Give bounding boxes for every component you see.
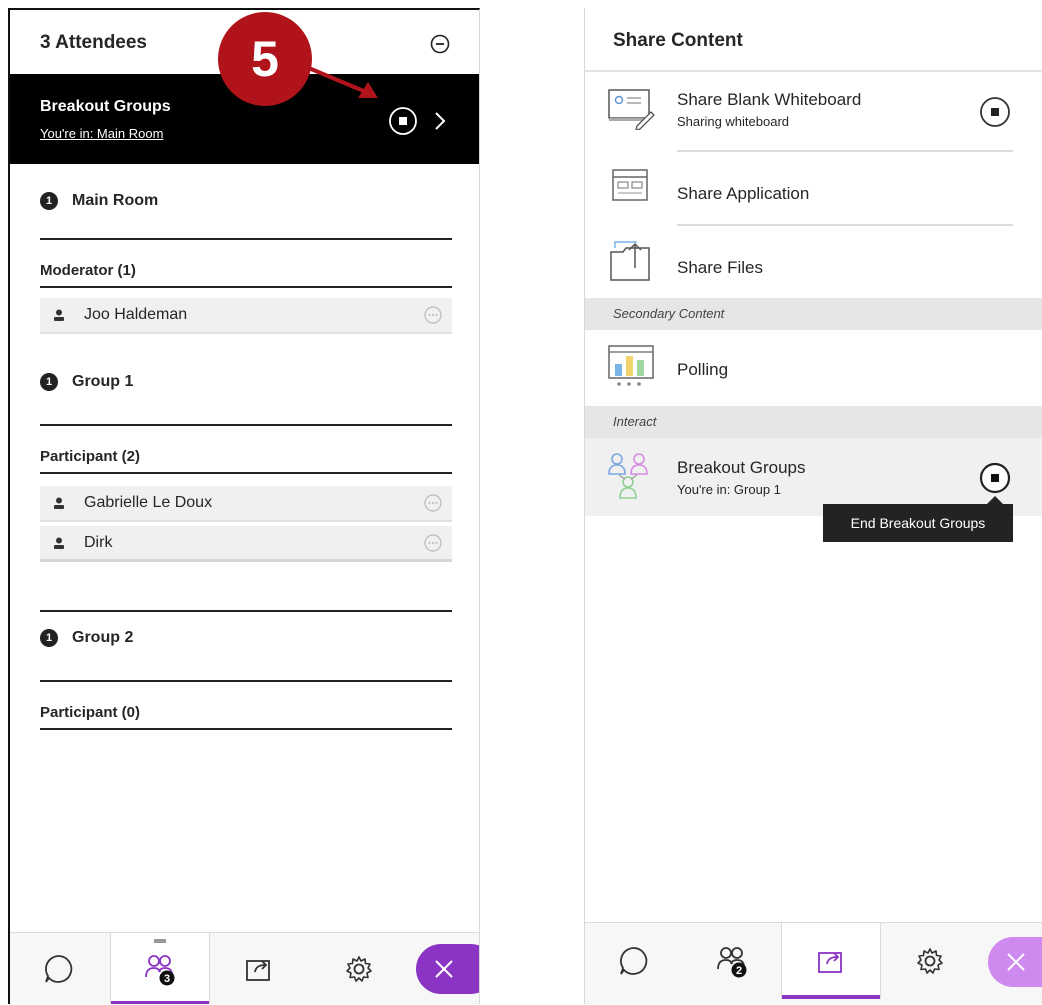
tab-chat[interactable] [10,933,108,1004]
step-callout: 5 [218,12,312,106]
close-icon [435,960,453,978]
group-1[interactable]: 1 Group 1 [40,373,133,391]
person-icon [54,537,64,549]
tab-attendees[interactable]: 2 [683,923,781,999]
section-header-secondary: Secondary Content [585,298,1042,330]
attendee-row-moderator[interactable]: Joo Haldeman [40,298,452,334]
attendee-count-badge: 3 [164,973,170,985]
divider [40,680,452,682]
breakout-location-link[interactable]: You're in: Main Room [40,126,163,141]
breakout-groups-title: Breakout Groups [40,98,171,115]
person-icon [54,497,64,509]
attendee-name: Gabrielle Le Doux [84,494,213,511]
share-icon [246,960,270,981]
share-item-status: You're in: Group 1 [677,482,781,497]
group-count-badge: 1 [40,373,58,391]
divider [40,286,452,288]
attendees-title: 3 Attendees [40,32,147,53]
end-breakout-icon[interactable] [979,462,1011,494]
chat-icon [45,955,73,983]
polling[interactable]: Polling [585,330,1042,406]
gear-icon [917,948,943,974]
files-icon [610,241,650,281]
attendee-row[interactable]: Dirk [40,526,452,562]
share-icon [818,952,842,973]
more-options-icon[interactable] [424,494,442,512]
share-item-label: Share Application [677,184,810,203]
tab-chat[interactable] [585,923,683,999]
divider [40,472,452,474]
attendee-row[interactable]: Gabrielle Le Doux [40,486,452,522]
role-label-moderator: Moderator (1) [40,262,136,279]
gear-icon [346,956,372,982]
person-icon [54,309,64,321]
attendees-panel: 3 Attendees Breakout Groups You're in: M… [8,8,480,1004]
group-2[interactable]: 1 Group 2 [40,629,133,647]
attendee-count-badge: 2 [736,965,742,977]
breakout-groups-icon [608,453,648,499]
group-main-room[interactable]: 1 Main Room [40,192,158,210]
share-content-title: Share Content [613,30,743,51]
share-blank-whiteboard[interactable]: Share Blank Whiteboard Sharing whiteboar… [585,72,1042,152]
more-options-icon[interactable] [424,306,442,324]
tab-attendees[interactable]: 3 [110,933,210,1004]
section-label: Secondary Content [613,306,725,321]
tab-settings[interactable] [310,933,408,1004]
section-label: Interact [613,414,657,429]
close-icon [1007,953,1025,971]
bottom-tab-bar: 3 [10,932,479,1004]
tab-share-content[interactable] [781,923,881,999]
drag-handle-icon[interactable] [154,939,166,943]
group-name: Group 2 [72,629,134,646]
attendees-icon: 3 [145,955,175,986]
divider [40,610,452,612]
callout-arrow-icon [303,64,378,98]
tab-settings[interactable] [881,923,979,999]
group-name: Group 1 [72,373,134,390]
group-name: Main Room [72,192,159,209]
share-content-panel: Share Content Share Blank Whiteboard Sha… [584,8,1042,1004]
share-files[interactable]: Share Files [585,226,1042,306]
close-panel-button[interactable] [988,937,1042,987]
stop-breakout-icon[interactable] [388,106,418,136]
share-item-label: Polling [677,360,729,379]
divider [40,238,452,240]
divider [40,728,452,730]
role-label-participant: Participant (2) [40,448,141,465]
share-item-label: Breakout Groups [677,458,806,477]
more-options-icon[interactable] [424,534,442,552]
tab-share-content[interactable] [210,933,308,1004]
divider [40,424,452,426]
chat-icon [620,947,648,975]
section-header-interact: Interact [585,406,1042,438]
share-item-status: Sharing whiteboard [677,114,790,129]
polling-icon [608,345,654,386]
group-count-badge: 1 [40,629,58,647]
role-label-participant: Participant (0) [40,704,141,721]
attendees-icon: 2 [717,947,747,978]
attendee-name: Dirk [84,534,113,551]
chevron-right-icon[interactable] [433,110,447,132]
close-panel-button[interactable] [416,944,479,994]
bottom-tab-bar: 2 [585,922,1042,1004]
attendee-name: Joo Haldeman [84,306,188,323]
application-icon [612,169,648,201]
collapse-icon[interactable] [430,34,450,54]
stop-sharing-icon[interactable] [979,96,1011,128]
share-item-label: Share Blank Whiteboard [677,90,862,109]
share-application[interactable]: Share Application [585,152,1042,226]
share-item-label: Share Files [677,258,763,277]
group-count-badge: 1 [40,192,58,210]
end-breakout-tooltip: End Breakout Groups [823,496,1013,542]
whiteboard-icon [608,89,655,130]
